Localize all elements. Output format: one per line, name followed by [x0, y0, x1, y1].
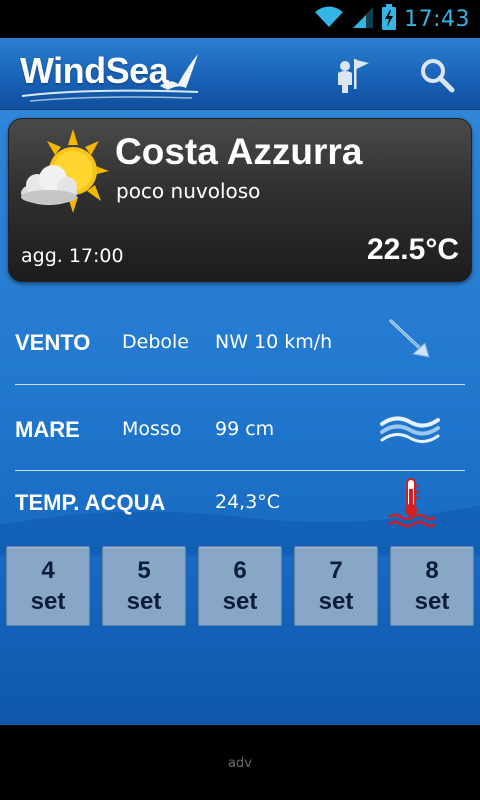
app-bar: WindSea — [0, 38, 480, 110]
day-number: 4 — [41, 557, 55, 584]
sun-behind-cloud-icon — [21, 129, 109, 213]
water-temp-value: 24,3°C — [215, 491, 281, 513]
day-month: set — [30, 588, 66, 615]
day-button-1[interactable]: 5 set — [102, 546, 186, 626]
divider — [15, 470, 465, 471]
wind-row[interactable]: VENTO Debole NW 10 km/h — [15, 313, 465, 373]
wind-label: VENTO — [15, 330, 91, 355]
wifi-icon — [314, 5, 344, 33]
wind-arrow-icon — [389, 319, 430, 358]
map-pin-flag-button[interactable] — [330, 52, 376, 98]
sea-state: Mosso — [122, 418, 182, 440]
status-bar: 17:43 — [0, 0, 480, 38]
day-month: set — [126, 588, 162, 615]
day-number: 6 — [233, 557, 247, 584]
day-button-4[interactable]: 8 set — [390, 546, 474, 626]
app-logo[interactable]: WindSea — [20, 48, 205, 104]
divider — [15, 384, 465, 385]
ad-banner[interactable]: adv — [0, 725, 480, 800]
day-button-3[interactable]: 7 set — [294, 546, 378, 626]
thermometer-water-icon — [388, 478, 436, 528]
day-number: 5 — [137, 557, 151, 584]
temperature-value: 22.5°C — [366, 233, 459, 266]
battery-charging-icon — [382, 4, 397, 34]
wind-value: NW 10 km/h — [215, 331, 333, 353]
day-number: 8 — [425, 557, 439, 584]
search-icon — [421, 59, 455, 93]
day-button-2[interactable]: 6 set — [198, 546, 282, 626]
adv-label: adv — [228, 756, 252, 771]
condition-text: poco nuvoloso — [116, 179, 261, 203]
sea-value: 99 cm — [215, 418, 275, 440]
updated-time: agg. 17:00 — [21, 245, 124, 267]
day-number: 7 — [329, 557, 343, 584]
day-button-0[interactable]: 4 set — [6, 546, 90, 626]
day-month: set — [414, 588, 450, 615]
signal-icon — [352, 5, 374, 33]
day-month: set — [222, 588, 258, 615]
main-content: Costa Azzurra poco nuvoloso agg. 17:00 2… — [0, 110, 480, 725]
water-temp-row[interactable]: TEMP. ACQUA 24,3°C — [15, 473, 465, 533]
map-pin-flag-icon — [338, 59, 369, 93]
location-title: Costa Azzurra — [115, 131, 363, 172]
search-button[interactable] — [414, 52, 460, 98]
seagull-icon — [21, 54, 199, 102]
day-selector: 4 set 5 set 6 set 7 set 8 set — [6, 546, 474, 626]
day-month: set — [318, 588, 354, 615]
weather-card[interactable]: Costa Azzurra poco nuvoloso agg. 17:00 2… — [8, 118, 472, 282]
wind-strength: Debole — [122, 331, 189, 353]
water-temp-label: TEMP. ACQUA — [15, 490, 166, 515]
status-time: 17:43 — [404, 6, 470, 32]
sea-label: MARE — [15, 417, 80, 442]
sea-row[interactable]: MARE Mosso 99 cm — [15, 400, 465, 460]
waves-icon — [380, 416, 440, 443]
